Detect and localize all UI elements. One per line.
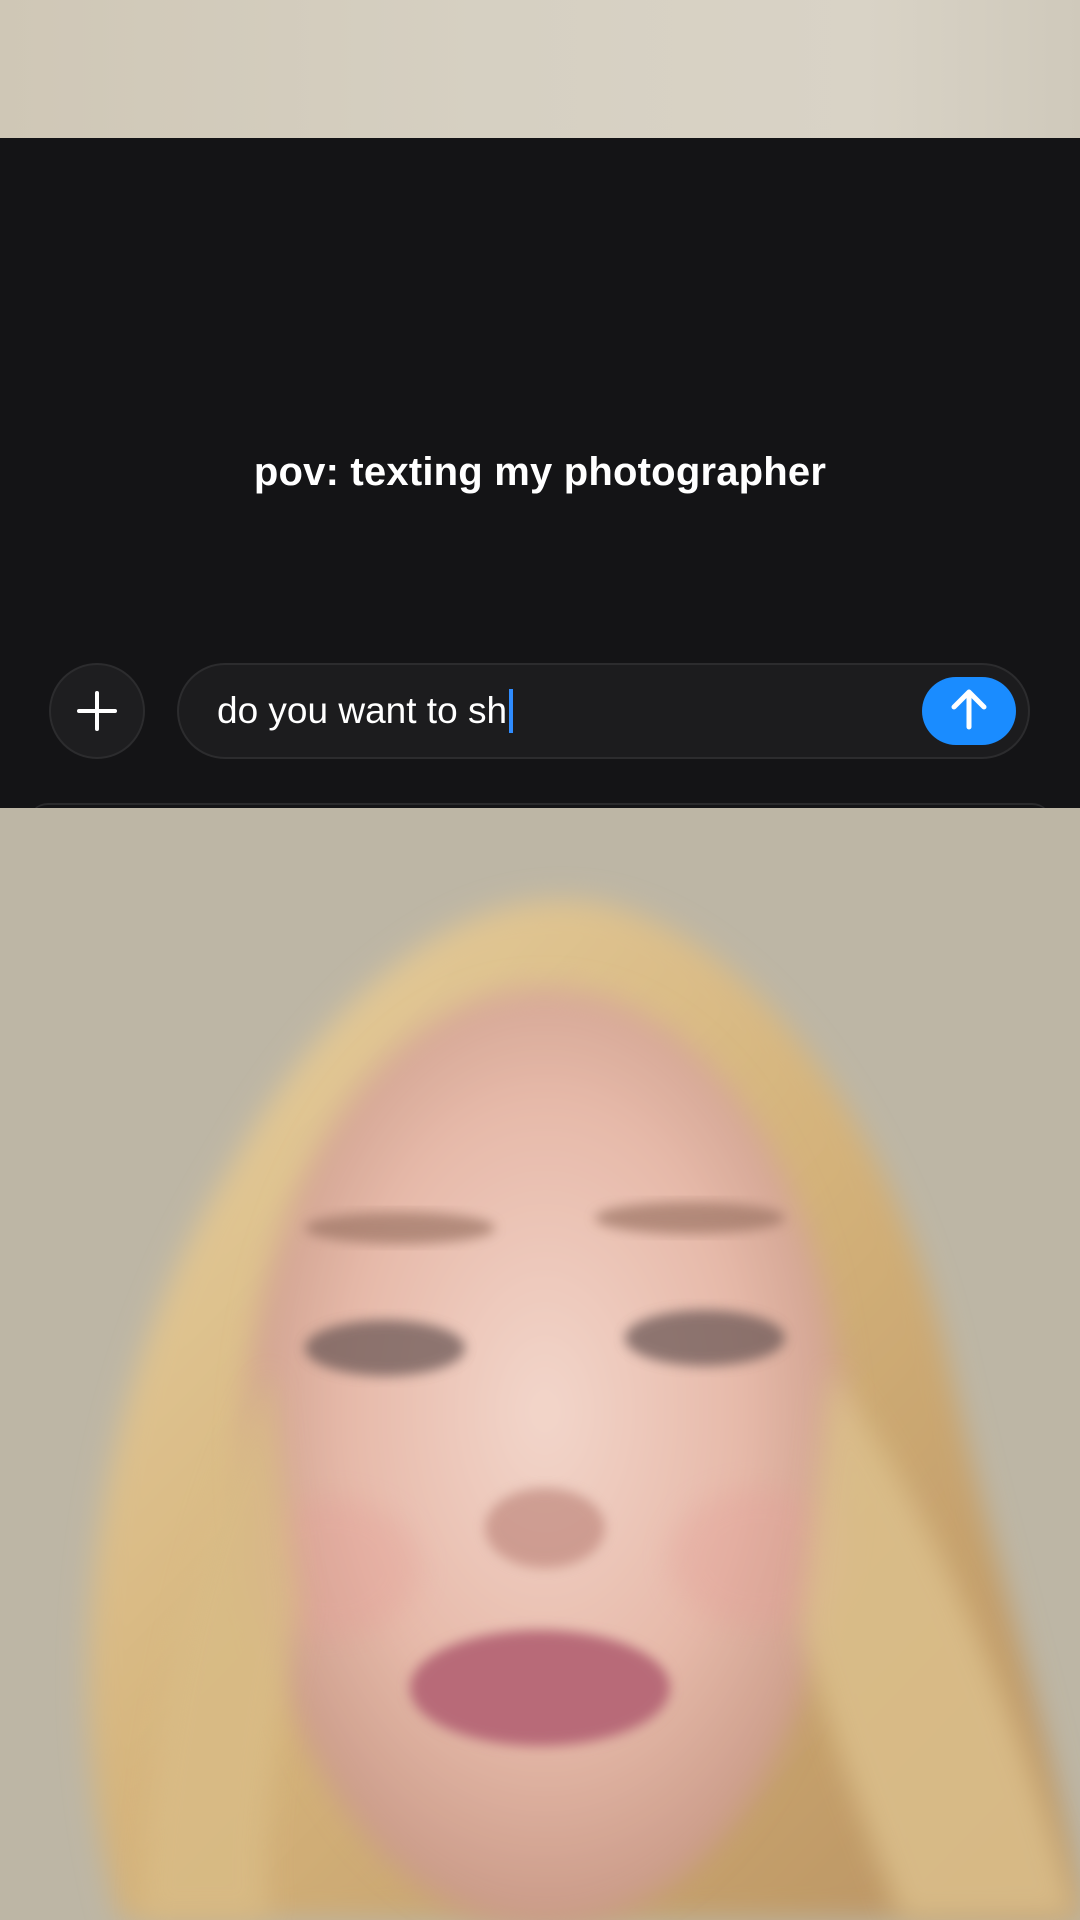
text-cursor bbox=[509, 689, 514, 733]
camera-photo bbox=[0, 808, 1080, 1920]
message-input[interactable]: do you want to sh bbox=[177, 663, 1030, 759]
plus-icon bbox=[75, 689, 119, 733]
screen: pov: texting my photographer do you want… bbox=[0, 0, 1080, 1920]
message-input-text: do you want to sh bbox=[217, 690, 508, 731]
blurred-face-image bbox=[0, 808, 1080, 1920]
message-overlay: pov: texting my photographer do you want… bbox=[0, 138, 1080, 808]
background-wall-top bbox=[0, 0, 1080, 138]
add-attachment-button[interactable] bbox=[49, 663, 145, 759]
send-button[interactable] bbox=[922, 677, 1016, 745]
caption-text: pov: texting my photographer bbox=[253, 450, 827, 494]
arrow-up-icon bbox=[949, 687, 989, 736]
